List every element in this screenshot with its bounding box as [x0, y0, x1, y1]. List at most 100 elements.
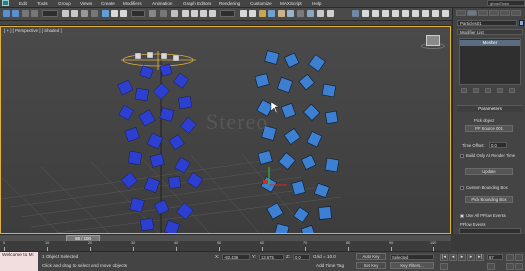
menu-animation[interactable]: Animation — [152, 0, 172, 7]
named-selection-dropdown[interactable] — [220, 10, 235, 17]
reference-coordinate-dropdown[interactable] — [131, 10, 145, 17]
auto-key-button[interactable]: Auto Key — [356, 253, 386, 260]
menu-maxscript[interactable]: MAXScript — [280, 0, 302, 7]
tool-icon-1[interactable] — [352, 10, 359, 17]
modifier-list-dropdown[interactable]: Modifier List — [457, 29, 523, 35]
menu-help[interactable]: Help — [312, 0, 321, 7]
rendered-frame-icon[interactable] — [317, 10, 324, 17]
z-coordinate-field[interactable]: 0.0 — [293, 254, 310, 260]
modifier-stack[interactable]: Mesher — [459, 38, 521, 85]
next-frame-icon[interactable]: ▸ — [467, 254, 475, 261]
go-to-end-icon[interactable]: ▸| — [476, 254, 484, 261]
time-offset-spinner[interactable]: 0.0 — [489, 142, 507, 148]
curve-editor-icon[interactable] — [278, 10, 285, 17]
custom-bbox-checkbox[interactable] — [460, 186, 464, 190]
key-filters-button[interactable]: Key Filters... — [390, 262, 434, 269]
tool-icon-5[interactable] — [392, 10, 399, 17]
align-icon[interactable] — [249, 10, 256, 17]
use-all-pflow-checkbox[interactable] — [460, 214, 464, 218]
menu-modifiers[interactable]: Modifiers — [123, 0, 142, 7]
pick-bbox-button[interactable]: Pick Bounding Box — [465, 196, 513, 203]
search-input[interactable]: ghostTown — [487, 0, 525, 6]
object-color-swatch[interactable] — [519, 20, 524, 26]
menu-create[interactable]: Create — [101, 0, 115, 7]
move-icon[interactable] — [102, 10, 109, 17]
previous-frame-icon[interactable]: ◂ — [449, 254, 457, 261]
menu-views[interactable]: Views — [80, 0, 92, 7]
menu-edit[interactable]: Edit — [19, 0, 27, 7]
go-to-start-icon[interactable]: |◂ — [440, 254, 448, 261]
menu-tools[interactable]: Tools — [37, 0, 48, 7]
link-icon[interactable] — [22, 10, 29, 17]
undo-icon[interactable] — [3, 10, 10, 17]
rectangle-selection-icon[interactable] — [81, 10, 88, 17]
add-time-tag[interactable]: Add Time Tag — [316, 263, 344, 269]
create-tab-icon[interactable] — [456, 10, 466, 16]
motion-tab-icon[interactable] — [489, 10, 499, 16]
menu-customize[interactable]: Customize — [250, 0, 272, 7]
scale-icon[interactable] — [120, 10, 127, 17]
maximize-viewport-icon[interactable] — [515, 263, 523, 270]
tool-icon-3[interactable] — [372, 10, 379, 17]
hierarchy-tab-icon[interactable] — [478, 10, 488, 16]
tool-icon-6[interactable] — [402, 10, 409, 17]
selection-filter-dropdown[interactable] — [42, 10, 58, 17]
display-tab-icon[interactable] — [500, 10, 510, 16]
unlink-icon[interactable] — [31, 10, 38, 17]
render-setup-icon[interactable] — [307, 10, 314, 17]
x-coordinate-field[interactable]: -82.436 — [222, 254, 250, 260]
menu-graph-editors[interactable]: Graph Editors — [183, 0, 211, 7]
configure-modifier-sets-icon[interactable] — [509, 88, 515, 93]
redo-icon[interactable] — [12, 10, 19, 17]
time-config-icon[interactable] — [487, 263, 495, 270]
zoom-icon[interactable] — [506, 254, 514, 261]
tool-icon-7[interactable] — [412, 10, 419, 17]
select-object-icon[interactable] — [62, 10, 69, 17]
rotate-icon[interactable] — [111, 10, 118, 17]
window-crossing-icon[interactable] — [91, 10, 98, 17]
maxscript-listener[interactable]: Welcome to M: — [0, 252, 38, 271]
pf-source-button[interactable]: PF Source 001 — [465, 125, 513, 132]
stack-item-mesher[interactable]: Mesher — [460, 40, 520, 46]
remove-modifier-icon[interactable] — [497, 88, 503, 93]
viewport-label[interactable]: [ + ] [ Perspective ] [ Shaded ] — [4, 28, 62, 33]
parameters-rollout-header[interactable]: Parameters — [457, 105, 523, 112]
set-key-button[interactable]: Set Key — [356, 262, 386, 269]
object-name-field[interactable]: Particles01 — [457, 20, 517, 26]
tool-icon-4[interactable] — [382, 10, 389, 17]
angle-snap-icon[interactable] — [191, 10, 198, 17]
tool-icon-10[interactable] — [442, 10, 449, 17]
modify-tab-icon[interactable] — [467, 10, 477, 16]
snaps-toggle-icon[interactable] — [182, 10, 189, 17]
select-manipulate-icon[interactable] — [160, 10, 167, 17]
select-by-name-icon[interactable] — [71, 10, 78, 17]
current-frame-field[interactable]: 67 — [487, 254, 503, 260]
play-icon[interactable]: ▸ — [458, 254, 466, 261]
graphite-toggle-icon[interactable] — [268, 10, 275, 17]
build-only-checkbox[interactable] — [460, 154, 464, 158]
material-editor-icon[interactable] — [297, 10, 304, 17]
key-mode-dropdown[interactable]: Selected — [390, 254, 434, 260]
mirror-icon[interactable] — [240, 10, 247, 17]
menu-rendering[interactable]: Rendering — [219, 0, 240, 7]
viewcube-icon[interactable] — [426, 35, 440, 46]
show-end-result-icon[interactable] — [473, 88, 479, 93]
track-bar[interactable]: 0 10 20 30 40 50 60 70 80 90 100 — [0, 241, 451, 252]
perspective-viewport[interactable]: [ + ] [ Perspective ] [ Shaded ] Stereo — [0, 26, 451, 234]
tool-icon-9[interactable] — [432, 10, 439, 17]
menu-group[interactable]: Group — [58, 0, 71, 7]
key-mode-toggle-icon[interactable] — [440, 263, 448, 270]
utilities-tab-icon[interactable] — [511, 10, 521, 16]
pan-icon[interactable] — [515, 254, 523, 261]
y-coordinate-field[interactable]: 13.675 — [259, 254, 284, 260]
pivot-center-icon[interactable] — [149, 10, 156, 17]
pin-stack-icon[interactable] — [461, 88, 467, 93]
percent-snap-icon[interactable] — [200, 10, 207, 17]
spinner-snap-icon[interactable] — [209, 10, 216, 17]
make-unique-icon[interactable] — [485, 88, 491, 93]
render-production-icon[interactable] — [327, 10, 334, 17]
tool-icon-2[interactable] — [362, 10, 369, 17]
update-button[interactable]: Update — [465, 168, 513, 175]
tool-icon-8[interactable] — [422, 10, 429, 17]
orbit-icon[interactable] — [506, 263, 514, 270]
